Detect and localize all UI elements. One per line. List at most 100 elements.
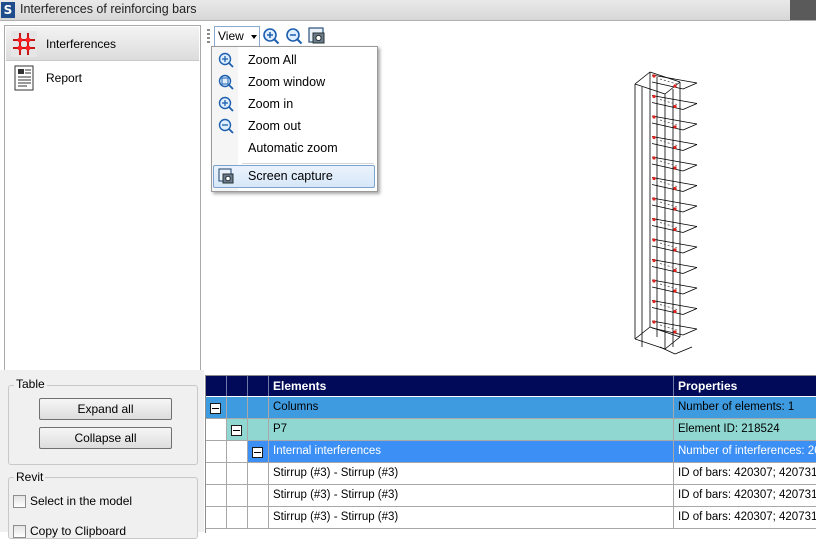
collapse-all-button[interactable]: Collapse all	[39, 427, 172, 449]
interference-marker[interactable]	[673, 227, 677, 232]
zoom-in-icon[interactable]	[262, 27, 280, 45]
select-in-model-label: Select in the model	[30, 494, 133, 508]
menu-item-label: Automatic zoom	[248, 141, 338, 155]
table-row[interactable]: Internal interferences Number of interfer…	[206, 441, 816, 463]
tree-indent-cell	[248, 419, 269, 440]
toolbar-grip[interactable]	[207, 29, 210, 43]
rebar-line	[659, 181, 678, 187]
tree-indent-cell	[248, 441, 269, 462]
properties-cell: Number of elements: 1	[674, 397, 816, 418]
properties-cell: Element ID: 218524	[674, 419, 816, 440]
elements-cell: Internal interferences	[269, 441, 674, 462]
zoom-out-icon[interactable]	[285, 27, 303, 45]
rebar-line	[659, 324, 678, 331]
tree-indent-cell	[227, 485, 248, 506]
view-dropdown-button[interactable]: View	[214, 26, 260, 47]
nav-item-label: Report	[46, 71, 83, 85]
menu-item-zoom-window[interactable]: Zoom window	[214, 72, 374, 93]
rebar-line	[682, 246, 698, 254]
table-group-title: Table	[14, 377, 47, 391]
properties-cell: ID of bars: 420307; 420731	[674, 463, 816, 484]
menu-item-zoom-out[interactable]: Zoom out	[214, 116, 374, 137]
interference-marker[interactable]	[673, 207, 677, 211]
rebar-line	[682, 267, 698, 274]
tree-indent-cell	[227, 419, 248, 440]
report-icon	[14, 65, 34, 91]
select-in-model-checkbox[interactable]	[13, 495, 26, 508]
elements-cell: Columns	[269, 397, 674, 418]
rebar-line	[659, 346, 676, 355]
interference-marker[interactable]	[652, 176, 656, 181]
table-header-properties[interactable]: Properties	[674, 376, 816, 396]
collapse-toggle-icon[interactable]	[252, 447, 263, 458]
collapse-toggle-icon[interactable]	[210, 403, 221, 414]
menu-item-screen-capture[interactable]: Screen capture	[213, 165, 375, 188]
interference-marker[interactable]	[673, 125, 677, 129]
rebar-line	[682, 82, 698, 90]
interference-marker[interactable]	[673, 309, 677, 314]
interference-marker[interactable]	[673, 166, 677, 170]
table-row[interactable]: Stirrup (#3) - Stirrup (#3) ID of bars: 4…	[206, 507, 816, 529]
rebar-line	[651, 218, 698, 227]
interference-marker[interactable]	[652, 279, 656, 283]
elements-cell: Stirrup (#3) - Stirrup (#3)	[269, 463, 674, 484]
interference-marker[interactable]	[652, 299, 656, 304]
zoom-out-icon	[218, 118, 234, 134]
rebar-line	[682, 185, 698, 192]
collapse-toggle-icon[interactable]	[231, 425, 242, 436]
view-toolbar: View	[205, 25, 816, 47]
rebar-line	[682, 103, 698, 110]
title-bar: S Interferences of reinforcing bars	[0, 0, 816, 21]
table-header-blank	[206, 376, 227, 396]
interference-marker[interactable]	[673, 145, 677, 150]
interference-marker[interactable]	[673, 330, 677, 334]
tree-indent-cell	[248, 507, 269, 528]
table-header-elements[interactable]: Elements	[269, 376, 674, 396]
interference-marker[interactable]	[652, 156, 656, 160]
menu-item-zoom-all[interactable]: Zoom All	[214, 50, 374, 71]
table-header-blank	[227, 376, 248, 396]
interference-marker[interactable]	[652, 74, 656, 78]
interference-marker[interactable]	[652, 320, 656, 324]
properties-cell: ID of bars: 420307; 420731	[674, 507, 816, 528]
rebar-line	[651, 115, 698, 125]
screen-capture-icon[interactable]	[308, 27, 326, 45]
table-row[interactable]: Columns Number of elements: 1	[206, 397, 816, 419]
menu-item-automatic-zoom[interactable]: Automatic zoom	[214, 138, 374, 159]
rebar-line	[651, 238, 698, 248]
rebar-line	[659, 160, 678, 167]
rebar-line	[659, 222, 678, 228]
table-row[interactable]: Stirrup (#3) - Stirrup (#3) ID of bars: 4…	[206, 485, 816, 507]
interference-marker[interactable]	[652, 135, 656, 140]
rebar-line	[659, 119, 678, 126]
interference-marker[interactable]	[652, 197, 656, 201]
expand-all-button[interactable]: Expand all	[39, 398, 172, 420]
interference-marker[interactable]	[652, 238, 656, 242]
interference-marker[interactable]	[652, 94, 656, 99]
interference-marker[interactable]	[673, 268, 677, 273]
tree-indent-cell	[227, 397, 248, 418]
interference-marker[interactable]	[673, 104, 677, 109]
nav-item-interferences[interactable]: Interferences	[6, 27, 199, 61]
interference-marker[interactable]	[673, 289, 677, 293]
rebar-line	[634, 71, 651, 85]
interference-marker[interactable]	[673, 186, 677, 191]
interference-marker[interactable]	[673, 248, 677, 252]
tree-indent-cell	[206, 507, 227, 528]
elements-cell: Stirrup (#3) - Stirrup (#3)	[269, 507, 674, 528]
table-row[interactable]: Stirrup (#3) - Stirrup (#3) ID of bars: 4…	[206, 463, 816, 485]
menu-item-zoom-in[interactable]: Zoom in	[214, 94, 374, 115]
nav-item-label: Interferences	[46, 37, 117, 51]
table-row[interactable]: P7 Element ID: 218524	[206, 419, 816, 441]
zoom-all-icon	[218, 52, 234, 68]
interference-marker[interactable]	[673, 84, 677, 88]
rebar-line	[651, 279, 698, 289]
rebar-line	[659, 304, 678, 310]
nav-item-report[interactable]: Report	[6, 61, 199, 94]
tree-indent-cell	[227, 463, 248, 484]
interference-marker[interactable]	[652, 115, 656, 119]
interference-marker[interactable]	[652, 217, 656, 222]
interference-marker[interactable]	[652, 258, 656, 263]
chevron-down-icon	[251, 35, 257, 39]
window-corner	[790, 0, 816, 20]
